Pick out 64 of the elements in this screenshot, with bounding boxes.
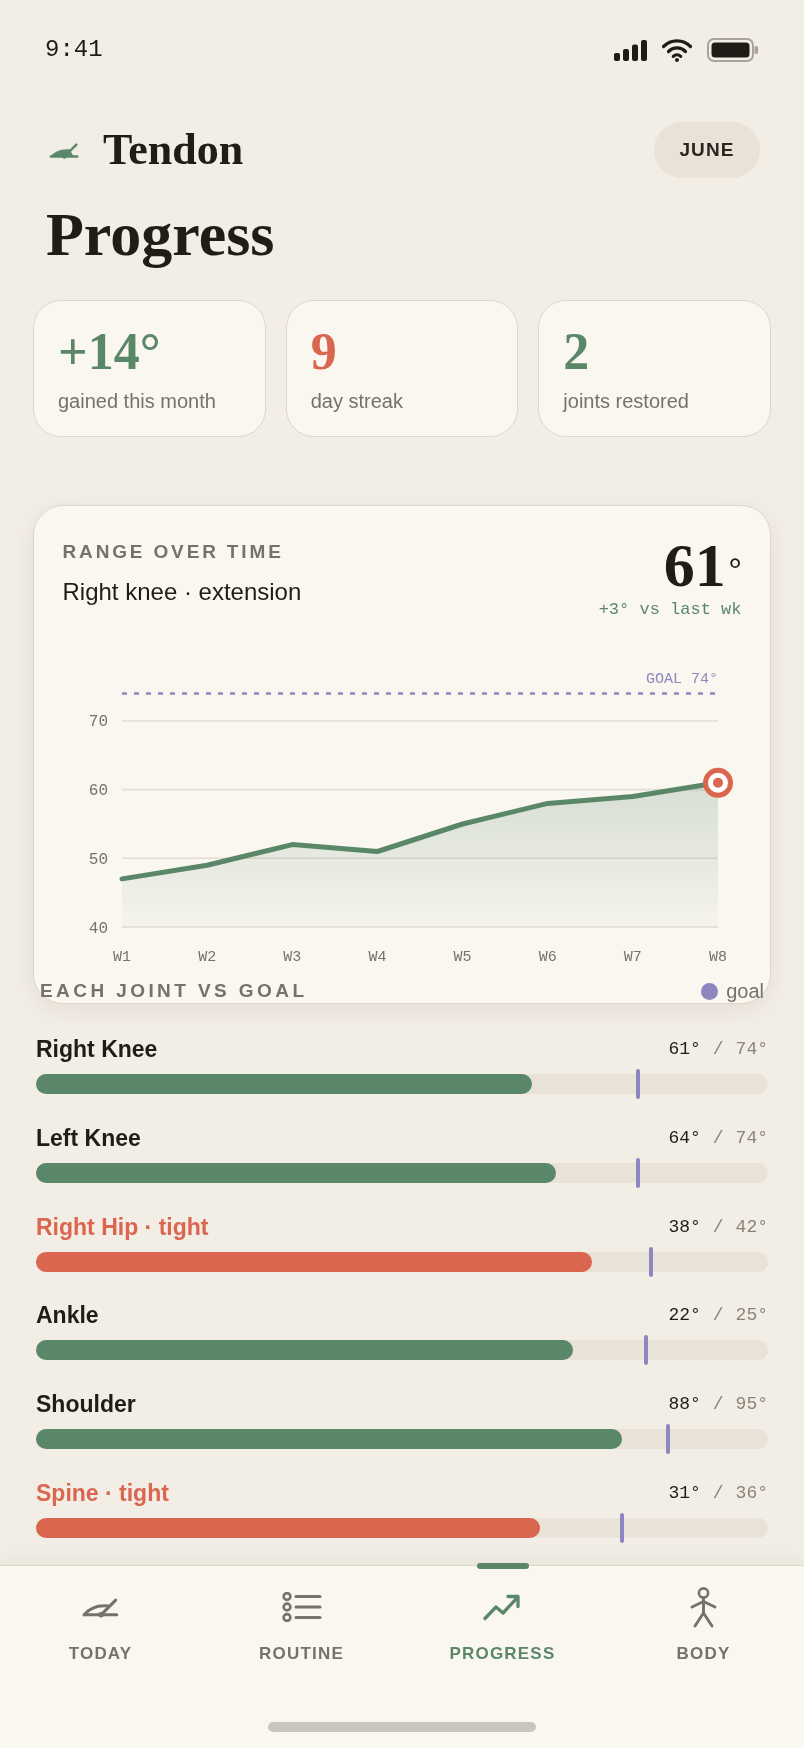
x-axis-label: W6 — [538, 948, 557, 966]
joint-goal: 95° — [735, 1393, 768, 1417]
reading-separator: / — [712, 1038, 724, 1061]
x-axis-label: W4 — [367, 948, 386, 966]
reading-separator: / — [712, 1482, 724, 1505]
app-name: Tendon — [103, 125, 244, 175]
y-axis-label: 70 — [88, 712, 108, 731]
tab[interactable]: TODAY — [60, 1586, 141, 1664]
x-axis-label: W2 — [197, 948, 216, 966]
stat-label: joints restored — [563, 389, 689, 413]
joint-name: Ankle — [36, 1301, 99, 1331]
reading-separator: / — [712, 1215, 724, 1239]
joint-goal: 36° — [735, 1482, 768, 1505]
tab[interactable]: BODY — [668, 1586, 739, 1664]
x-axis-label: W5 — [453, 948, 472, 966]
x-axis-label: W1 — [112, 948, 131, 966]
joint-reading: 38° — [668, 1215, 701, 1239]
gauge-icon — [81, 1596, 120, 1618]
reading-separator: / — [712, 1393, 724, 1417]
battery-icon — [707, 38, 759, 62]
joint-name: Right Knee — [36, 1035, 158, 1064]
wifi-icon — [661, 38, 693, 62]
status-time: 9:41 — [45, 36, 103, 64]
month-button[interactable]: JUNE — [654, 122, 760, 178]
gauge-icon — [49, 141, 80, 159]
tab[interactable]: ROUTINE — [251, 1586, 352, 1664]
y-axis-label: 40 — [88, 919, 108, 937]
stat-value: 9 — [310, 326, 337, 378]
joint-reading: 22° — [668, 1304, 701, 1328]
joint-goal: 25° — [735, 1304, 768, 1328]
joint-name: Right Hip · tight — [36, 1212, 209, 1242]
joint-name: Shoulder — [36, 1390, 136, 1420]
x-axis-label: W7 — [623, 948, 642, 966]
stat-label: gained this month — [58, 389, 216, 413]
y-axis-label: 60 — [88, 781, 108, 800]
stat-value: 2 — [563, 326, 590, 378]
legend-label: goal — [726, 979, 764, 1003]
stat-value: +14° — [58, 326, 161, 378]
x-axis-label: W3 — [282, 948, 301, 966]
reading-separator: / — [712, 1126, 724, 1150]
joint-goal: 74° — [735, 1126, 768, 1150]
joint-reading: 31° — [668, 1482, 701, 1505]
signal-icon — [614, 39, 647, 61]
trending-up-icon — [483, 1593, 522, 1621]
list-icon — [281, 1592, 322, 1622]
reading-separator: / — [712, 1304, 724, 1328]
joint-reading: 61° — [668, 1038, 701, 1061]
card-heading: RANGE OVER TIME — [62, 539, 284, 564]
joint-goal: 74° — [735, 1038, 768, 1061]
stat-label: day streak — [310, 389, 403, 413]
current-point-marker — [702, 767, 733, 798]
joint-goal: 42° — [735, 1215, 768, 1239]
card-subtitle: Right knee · extension — [62, 576, 302, 607]
joint-reading: 64° — [668, 1126, 701, 1150]
joint-reading: 88° — [668, 1393, 701, 1417]
joint-name: Left Knee — [36, 1123, 141, 1153]
x-axis-label: W8 — [708, 948, 727, 966]
weekly-change: +3° vs last wk — [598, 599, 742, 620]
goal-line-label: GOAL 74° — [645, 670, 718, 687]
joint-name: Spine · tight — [36, 1479, 169, 1508]
section-heading: EACH JOINT VS GOAL — [40, 979, 308, 1003]
y-axis-label: 50 — [88, 850, 108, 869]
tab[interactable]: PROGRESS — [441, 1586, 564, 1664]
person-icon — [690, 1586, 717, 1628]
